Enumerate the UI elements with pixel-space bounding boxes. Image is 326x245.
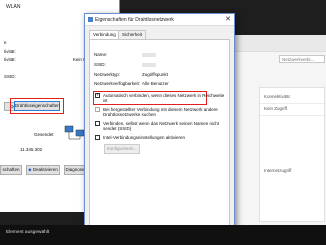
- auto-connect-checkbox[interactable]: [95, 92, 100, 98]
- search-other-networks-label: Bei hergestellter Verbindung mit diesem …: [103, 107, 218, 117]
- connections-list: Konnektivität Kein Zugriff Internetzugri…: [259, 87, 325, 222]
- list-cell: Kein Zugriff: [264, 106, 287, 111]
- intel-settings-label: Intel-Verbindungseinstellungen aktiviere…: [103, 135, 186, 140]
- prop-label: SSID:: [94, 62, 106, 67]
- prop-label: Netzwerktyp:: [94, 72, 121, 77]
- connection-panel: Name: SSID: Netzwerktyp: Zugriffspunkt N…: [89, 39, 230, 227]
- list-cell: Internetzugriff: [264, 168, 292, 173]
- intel-settings-checkbox[interactable]: [95, 135, 100, 140]
- configure-button[interactable]: Konfigurieren...: [104, 144, 140, 154]
- dialog-title: Eigenschaften für Drahtlosnetzwerk: [95, 17, 174, 23]
- connect-hidden-ssid-label: Verbinden, selbst wenn das Netzwerk sein…: [103, 121, 220, 131]
- search-input[interactable]: Netzwerkverbi...: [279, 55, 325, 63]
- highlight-frame: [10, 98, 64, 114]
- window-title: WLAN: [6, 4, 21, 10]
- search-other-networks-checkbox[interactable]: [95, 107, 100, 112]
- prop-label: Netzwerkverfügbarkeit:: [94, 81, 141, 86]
- list-cell: Konnektivität: [264, 94, 290, 99]
- prop-value: Alle Benutzer: [142, 81, 169, 86]
- redacted-value: [142, 63, 156, 67]
- wireless-properties-dialog: Eigenschaften für Drahtlosnetzwerk ✕ Ver…: [84, 13, 235, 242]
- status-text: Element ausgewählt: [6, 230, 50, 235]
- taskbar: Element ausgewählt: [0, 225, 326, 245]
- network-icon: [88, 17, 93, 22]
- close-icon[interactable]: ✕: [225, 15, 231, 23]
- tab-security[interactable]: Sicherheit: [118, 30, 147, 39]
- shield-icon: ◆: [28, 167, 32, 172]
- auto-connect-label: Automatisch verbinden, wenn dieses Netzw…: [103, 93, 225, 103]
- tab-connection[interactable]: Verbindung: [89, 30, 120, 39]
- dialog-titlebar: Eigenschaften für Drahtlosnetzwerk ✕: [85, 14, 234, 26]
- diagnose-button[interactable]: Diagnose: [64, 165, 86, 175]
- connect-hidden-ssid-checkbox[interactable]: [95, 121, 100, 126]
- properties-button[interactable]: schaften: [0, 165, 22, 175]
- disable-button[interactable]: ◆ Deaktivieren: [26, 165, 60, 175]
- sent-value: 11.345.302: [20, 147, 43, 152]
- prop-label: Name:: [94, 52, 108, 57]
- network-computers-icon: [64, 125, 85, 140]
- prop-value: Zugriffspunkt: [142, 72, 168, 77]
- sent-label: Gesendet: [34, 132, 54, 137]
- redacted-value: [142, 53, 156, 57]
